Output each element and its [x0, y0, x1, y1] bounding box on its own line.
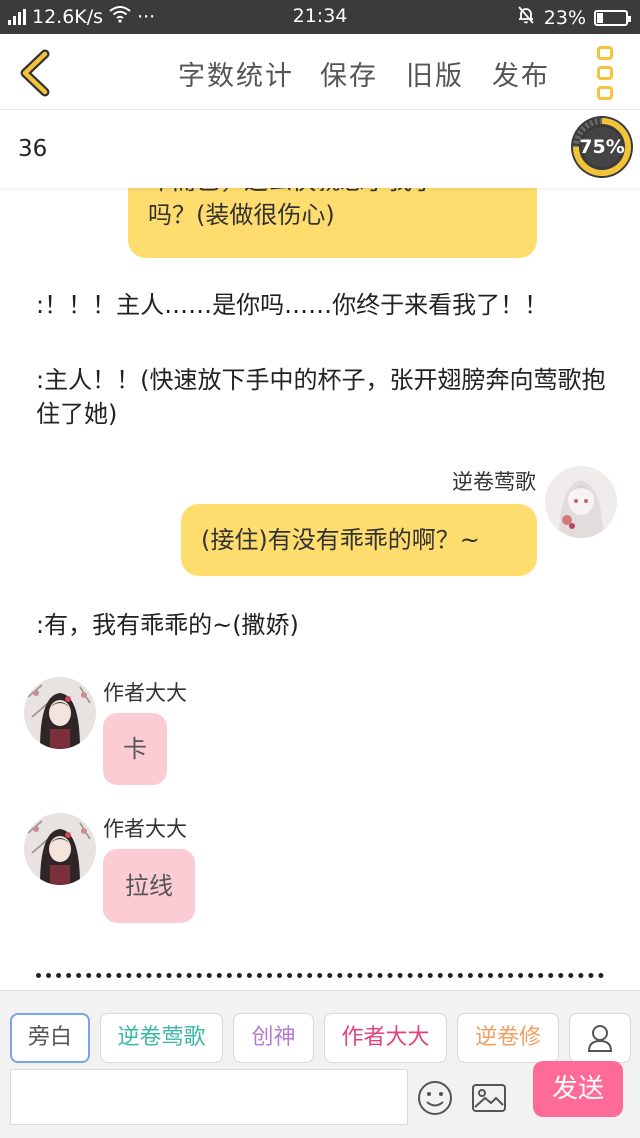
character-chip-author[interactable]: 作者大大: [324, 1013, 447, 1063]
message-input[interactable]: [10, 1069, 408, 1125]
partial-message-line-1: 年而已，这么快就忘了我了: [148, 188, 517, 198]
partial-message-line-2: 吗？(装做很伤心): [148, 201, 335, 229]
emoji-icon[interactable]: [416, 1079, 456, 1119]
battery-icon: [594, 9, 631, 26]
character-chip-narrator[interactable]: 旁白: [10, 1013, 90, 1063]
message-bubble[interactable]: (接住)有没有乖乖的啊？~: [181, 504, 537, 576]
avatar[interactable]: [24, 677, 96, 749]
character-label: 旁白: [27, 1025, 72, 1050]
chat-area[interactable]: 年而已，这么快就忘了我了 吗？(装做很伤心) :！！！主人……是你吗……你终于来…: [0, 188, 640, 990]
narration-text: :！！！主人……是你吗……你终于来看我了！！: [36, 291, 549, 319]
message-bubble[interactable]: 卡: [103, 713, 167, 785]
message-bubble[interactable]: 拉线: [103, 849, 195, 923]
narration-text: :主人！！(快速放下手中的杯子，张开翅膀奔向莺歌抱住了她): [36, 366, 606, 428]
count-row: 36 75%: [0, 110, 640, 188]
top-nav: 字数统计 保存 旧版 发布: [0, 34, 640, 110]
character-label: 逆卷莺歌: [117, 1025, 206, 1050]
back-chevron-icon: [20, 49, 50, 97]
add-character-icon: [587, 1025, 613, 1052]
partial-message-bubble: 年而已，这么快就忘了我了 吗？(装做很伤心): [128, 188, 537, 258]
more-menu-icon[interactable]: [590, 46, 620, 100]
narration-text: :有，我有乖乖的~(撒娇): [36, 611, 299, 639]
back-button[interactable]: [12, 46, 64, 98]
character-label: 创神: [251, 1025, 296, 1050]
progress-label: 75%: [579, 136, 625, 158]
send-button[interactable]: 发送: [533, 1061, 623, 1117]
bottom-bar: 旁白 逆卷莺歌 创神 作者大大 逆卷修 发送: [0, 990, 640, 1138]
publish-button[interactable]: 发布: [492, 54, 550, 93]
character-chip-chuangshen[interactable]: 创神: [233, 1013, 314, 1063]
message-count: 36: [18, 136, 48, 162]
character-chip-xiu[interactable]: 逆卷修: [457, 1013, 559, 1063]
progress-ring[interactable]: 75%: [570, 115, 634, 179]
speaker-name: 作者大大: [103, 817, 187, 841]
speaker-name: 逆卷莺歌: [452, 470, 536, 494]
add-character-button[interactable]: [569, 1013, 631, 1063]
ellipsis-line: [36, 966, 604, 978]
save-button[interactable]: 保存: [320, 54, 378, 93]
old-version-button[interactable]: 旧版: [406, 54, 464, 93]
mute-bell-icon: [516, 5, 536, 30]
image-icon[interactable]: [470, 1079, 510, 1119]
status-bar: 12.6K/s ··· 21:34 23%: [0, 0, 640, 34]
character-chip-yingge[interactable]: 逆卷莺歌: [100, 1013, 223, 1063]
character-label: 作者大大: [341, 1025, 430, 1050]
battery-percent: 23%: [543, 6, 586, 29]
character-label: 逆卷修: [474, 1025, 541, 1050]
avatar[interactable]: [24, 813, 96, 885]
word-count-button[interactable]: 字数统计: [178, 54, 294, 93]
avatar[interactable]: [545, 466, 617, 538]
speaker-name: 作者大大: [103, 681, 187, 705]
